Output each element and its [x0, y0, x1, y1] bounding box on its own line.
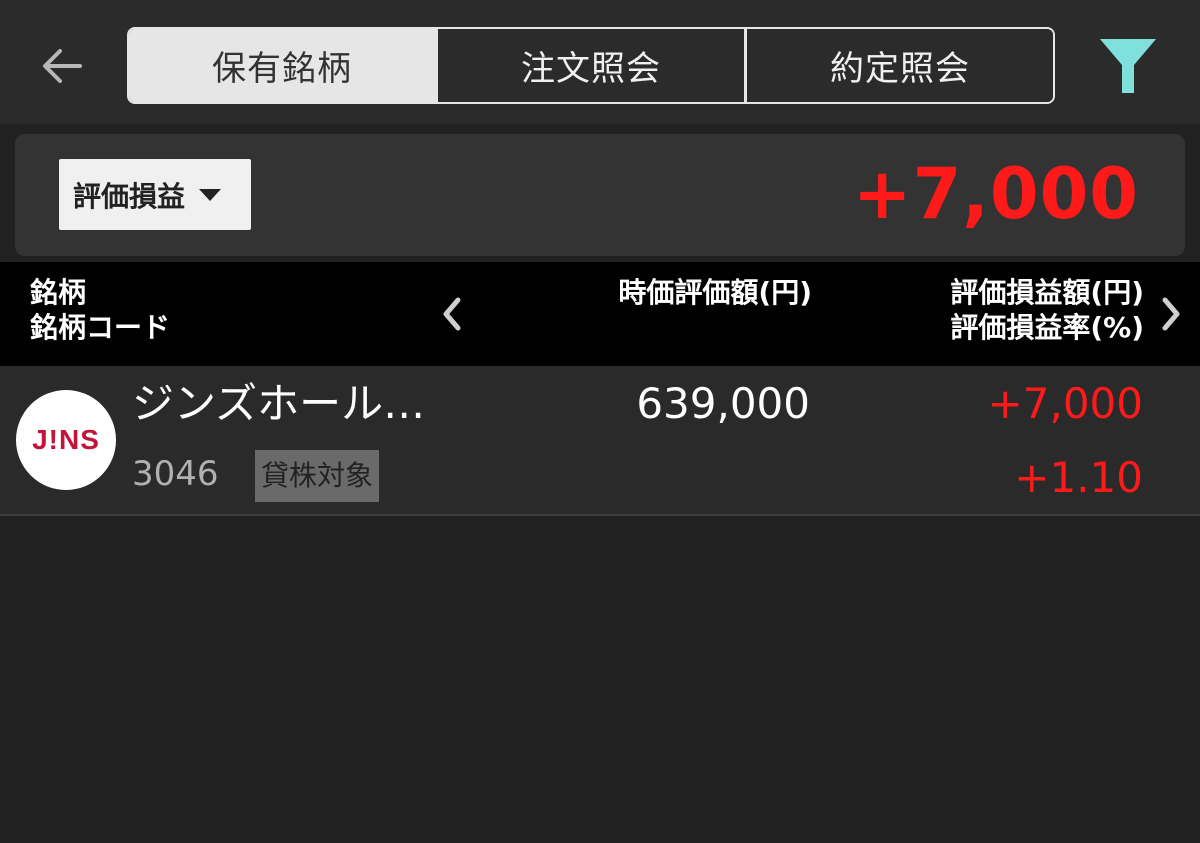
profit-loss-rate: +1.10: [1014, 453, 1143, 502]
company-logo: J!NS: [16, 390, 116, 490]
profit-loss-summary: 評価損益 +7,000: [15, 134, 1185, 256]
column-header: 銘柄 銘柄コード 時価評価額(円) 評価損益額(円) 評価損益率(%): [0, 262, 1200, 366]
chevron-left-icon: [443, 297, 461, 331]
profit-loss-amount: +7,000: [987, 379, 1143, 428]
metric-dropdown[interactable]: 評価損益: [59, 159, 251, 230]
tab-execution-inquiry[interactable]: 約定照会: [744, 29, 1053, 102]
filter-button[interactable]: [1098, 35, 1158, 97]
caret-down-icon: [199, 188, 222, 201]
header-stock: 銘柄 銘柄コード: [30, 275, 170, 345]
header-stock-code: 銘柄コード: [30, 311, 171, 344]
top-bar: 保有銘柄 注文照会 約定照会: [0, 0, 1200, 124]
tab-holdings[interactable]: 保有銘柄: [129, 29, 435, 102]
chevron-right-icon: [1162, 297, 1180, 331]
stock-name: ジンズホール…: [132, 379, 426, 428]
arrow-left-icon: [43, 49, 82, 83]
header-profit-loss: 評価損益額(円) 評価損益率(%): [950, 275, 1144, 345]
market-value: 639,000: [636, 379, 810, 428]
prev-columns-button[interactable]: [437, 292, 467, 336]
header-profit-loss-amount: 評価損益額(円): [950, 276, 1144, 309]
total-profit-loss: +7,000: [852, 153, 1139, 235]
lending-badge: 貸株対象: [255, 450, 380, 502]
view-segmented-control: 保有銘柄 注文照会 約定照会: [127, 27, 1055, 104]
back-button[interactable]: [36, 42, 88, 90]
holding-row[interactable]: J!NS ジンズホール… 3046 貸株対象 639,000 +7,000 +1…: [0, 366, 1200, 516]
header-market-value: 時価評価額(円): [618, 276, 812, 309]
stock-code: 3046: [132, 454, 219, 494]
funnel-icon: [1100, 39, 1156, 93]
tab-order-inquiry[interactable]: 注文照会: [435, 29, 744, 102]
header-stock-name: 銘柄: [30, 276, 87, 309]
metric-dropdown-label: 評価損益: [73, 179, 186, 213]
header-profit-loss-rate: 評価損益率(%): [950, 311, 1144, 344]
next-columns-button[interactable]: [1156, 292, 1186, 336]
